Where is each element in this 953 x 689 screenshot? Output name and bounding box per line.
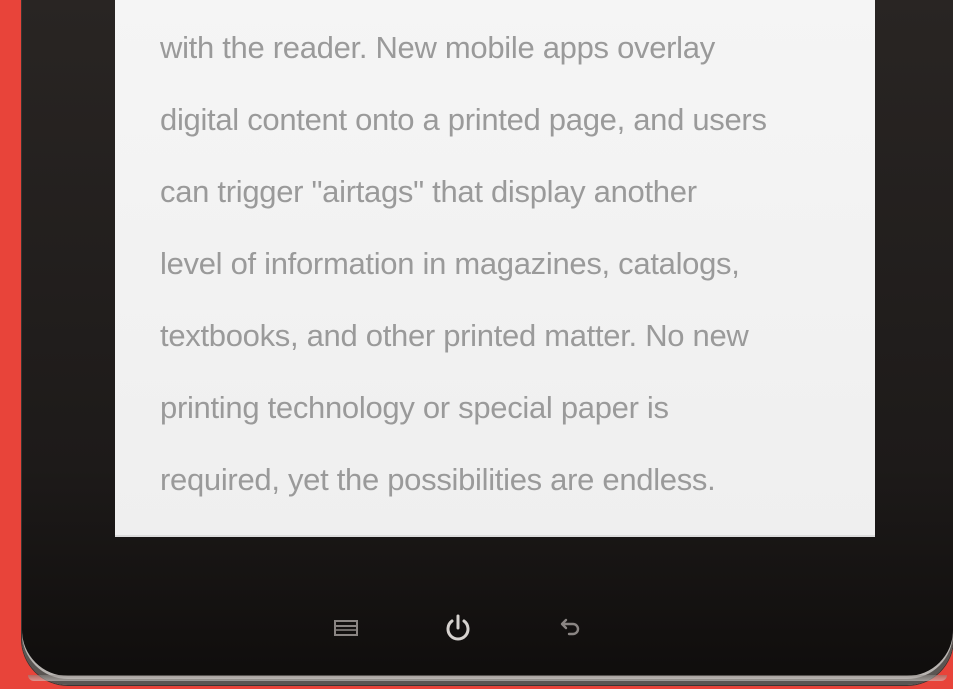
- ereader-device: with the reader. New mobile apps overlay…: [22, 0, 953, 685]
- text-line: can trigger "airtags" that display anoth…: [160, 174, 697, 209]
- menu-button[interactable]: [326, 608, 366, 648]
- reader-screen: with the reader. New mobile apps overlay…: [115, 0, 875, 537]
- text-line: textbooks, and other printed matter. No …: [160, 318, 749, 353]
- page: with the reader. New mobile apps overlay…: [0, 0, 953, 689]
- reader-text: with the reader. New mobile apps overlay…: [160, 12, 860, 516]
- power-icon: [446, 614, 469, 641]
- text-line: required, yet the possibilities are endl…: [160, 462, 716, 497]
- device-controls: [0, 608, 923, 648]
- text-line: digital content onto a printed page, and…: [160, 102, 767, 137]
- text-line: with the reader. New mobile apps overlay: [160, 30, 715, 65]
- back-icon: [560, 618, 579, 636]
- back-button[interactable]: [550, 608, 590, 648]
- menu-icon: [333, 620, 358, 636]
- text-line: level of information in magazines, catal…: [160, 246, 740, 281]
- text-line: printing technology or special paper is: [160, 390, 669, 425]
- power-button[interactable]: [438, 608, 478, 648]
